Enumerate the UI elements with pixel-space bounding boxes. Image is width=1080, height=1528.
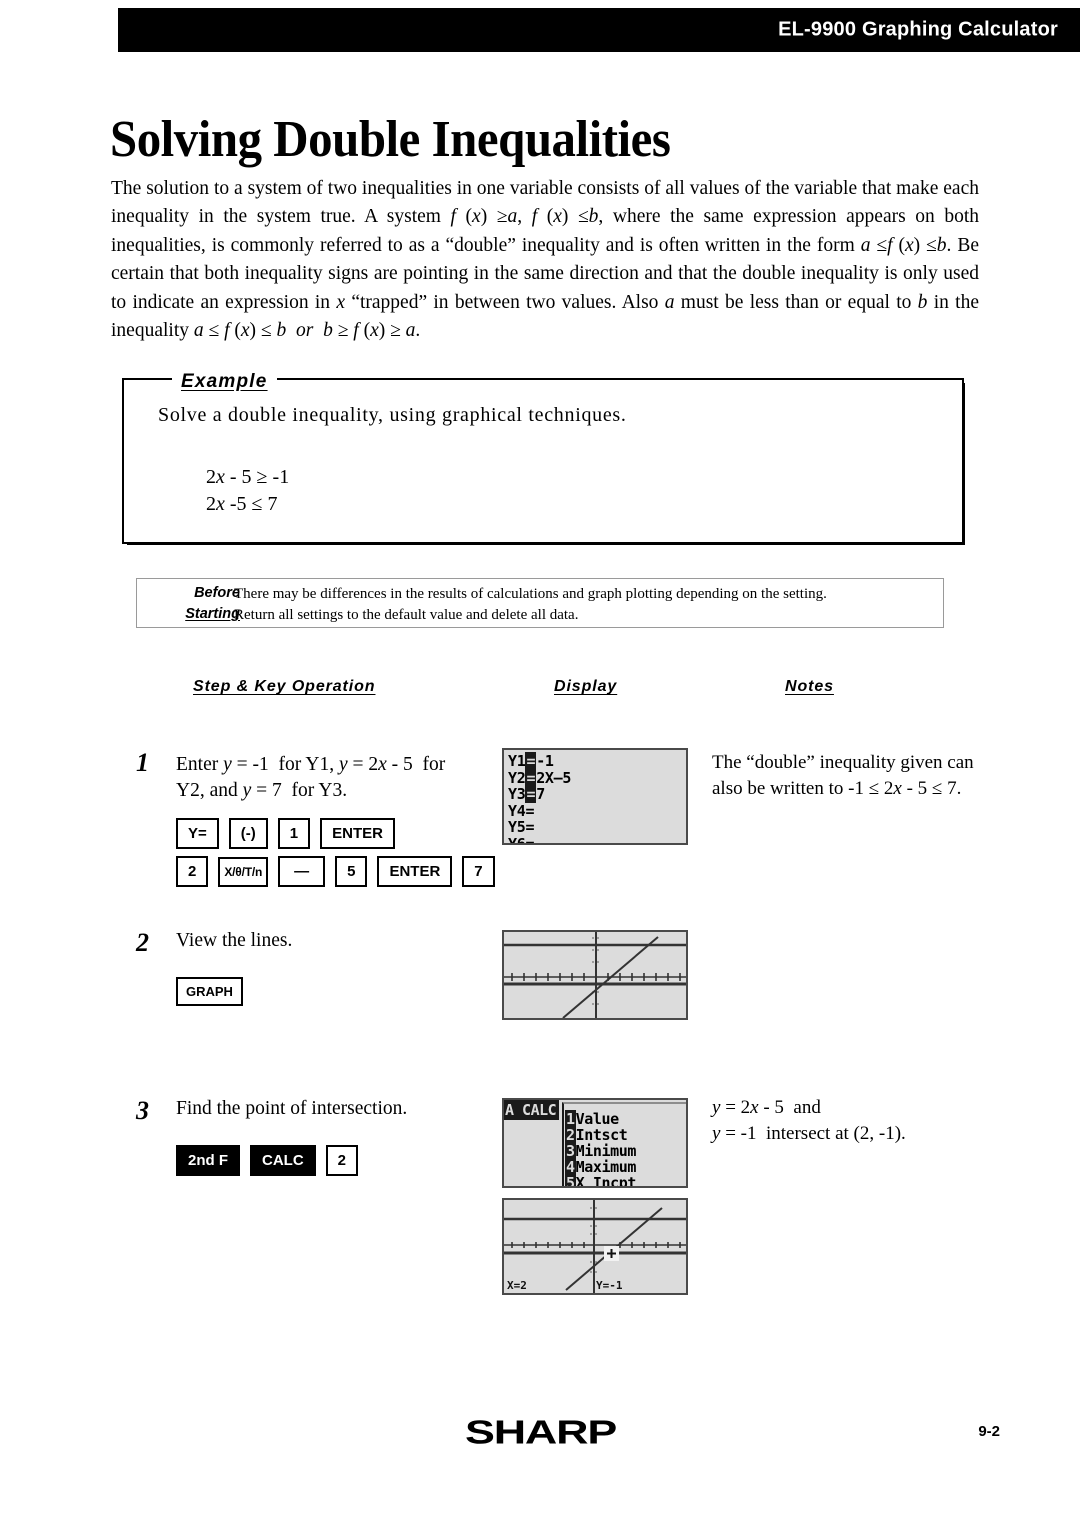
step-3-key-row: 2nd F CALC 2: [176, 1145, 368, 1176]
step-3-note: y = 2x - 5 and y = -1 intersect at (2, -1…: [712, 1097, 906, 1144]
key-x-theta-t-n[interactable]: X/θ/T/n: [218, 856, 269, 887]
example-inequalities: 2x - 5 ≥ -1 2x -5 ≤ 7: [206, 464, 289, 518]
column-header-notes: Notes: [785, 678, 834, 695]
step-1-text: Enter y = -1 for Y1, y = 2x - 5 for Y2, …: [176, 754, 446, 801]
header-title: EL-9900 Graphing Calculator: [778, 18, 1058, 41]
step-1-key-row-2: 2 X/θ/T/n — 5 ENTER 7: [176, 856, 505, 887]
calc-menu-screen: A CALC 1Value 2Intsct 3Minimum 4Maximum …: [504, 1100, 686, 1186]
inequality-line-1: 2x - 5 ≥ -1: [206, 466, 290, 488]
key-1[interactable]: 1: [277, 818, 311, 849]
graph-lines-svg: [504, 932, 686, 1018]
key-2-calc[interactable]: 2: [325, 1145, 359, 1176]
example-instruction: Solve a double inequality, using graphic…: [158, 404, 627, 426]
y-editor-rows: Y1=-1 Y2=2X–5 Y3=7 Y4= Y5= Y6=: [504, 750, 686, 845]
calc-menu-list: 1Value 2Intsct 3Minimum 4Maximum 5X_Incp…: [562, 1102, 686, 1186]
x-readout: X=2: [507, 1279, 527, 1292]
y-editor-row-3: Y3=7: [508, 785, 545, 803]
y-editor-row-5: Y5=: [508, 818, 535, 836]
key-2nd-f[interactable]: 2nd F: [176, 1145, 240, 1176]
page-number: 9-2: [978, 1423, 1000, 1440]
y-editor-row-4: Y4=: [508, 801, 535, 820]
lcd-graph-lines: [502, 930, 688, 1020]
before-text-line1: There may be differences in the results …: [234, 586, 827, 602]
calc-menu-item-value[interactable]: 1Value: [565, 1110, 686, 1128]
key-y-equals[interactable]: Y=: [176, 818, 219, 849]
y-editor-row-6: Y6=: [508, 834, 535, 845]
step-2-number: 2: [136, 928, 149, 957]
calc-tab-label: A CALC: [504, 1100, 560, 1120]
sharp-logo: SHARP: [465, 1414, 617, 1452]
key-calc[interactable]: CALC: [250, 1145, 316, 1176]
example-label: Example: [172, 371, 277, 393]
step-1-number: 1: [136, 748, 149, 777]
calc-menu-item-x-incpt[interactable]: 5X_Incpt: [565, 1174, 686, 1186]
graph-intersection-svg: X=2 Y=-1: [504, 1200, 686, 1293]
header-bar: EL-9900 Graphing Calculator: [118, 8, 1080, 52]
step-2-key-row: GRAPH: [176, 977, 253, 1006]
before-label-line2: Starting: [185, 606, 240, 622]
step-2-text: View the lines.: [176, 930, 293, 951]
calc-menu-item-minimum[interactable]: 3Minimum: [565, 1142, 686, 1160]
lcd-calc-menu: A CALC 1Value 2Intsct 3Minimum 4Maximum …: [502, 1098, 688, 1188]
column-header-step: Step & Key Operation: [193, 678, 376, 695]
key-enter[interactable]: ENTER: [320, 818, 395, 849]
example-box: [122, 378, 965, 545]
column-header-display: Display: [554, 678, 618, 695]
key-graph[interactable]: GRAPH: [176, 977, 243, 1006]
calc-menu-item-maximum[interactable]: 4Maximum: [565, 1158, 686, 1176]
step-3-number: 3: [136, 1096, 149, 1125]
page-title: Solving Double Inequalities: [110, 110, 671, 168]
y-editor-row-1: Y1=-1: [508, 752, 554, 770]
before-starting-text: There may be differences in the results …: [234, 584, 827, 626]
step-1-note: The “double” inequality given can also b…: [712, 752, 974, 799]
before-text-line2: Return all settings to the default value…: [234, 607, 579, 623]
key-negate[interactable]: (-): [228, 818, 268, 849]
before-label-line1: Before: [194, 585, 240, 601]
before-starting-label: Before Starting: [156, 583, 240, 625]
lcd-graph-intersection: X=2 Y=-1: [502, 1198, 688, 1295]
inequality-line-2: 2x -5 ≤ 7: [206, 493, 278, 515]
key-enter-2[interactable]: ENTER: [377, 856, 453, 887]
key-5[interactable]: 5: [335, 856, 368, 887]
step-1-key-row-1: Y= (-) 1 ENTER: [176, 818, 405, 849]
key-minus[interactable]: —: [278, 856, 326, 887]
step-3-text: Find the point of intersection.: [176, 1098, 408, 1119]
key-7[interactable]: 7: [462, 856, 495, 887]
y-editor-row-2: Y2=2X–5: [508, 768, 572, 787]
lcd-y-editor: Y1=-1 Y2=2X–5 Y3=7 Y4= Y5= Y6=: [502, 748, 688, 845]
y-readout: Y=-1: [596, 1279, 623, 1292]
key-2[interactable]: 2: [176, 856, 209, 887]
calc-menu-item-intsct[interactable]: 2Intsct: [565, 1126, 686, 1144]
intro-paragraph: The solution to a system of two inequali…: [111, 177, 980, 342]
